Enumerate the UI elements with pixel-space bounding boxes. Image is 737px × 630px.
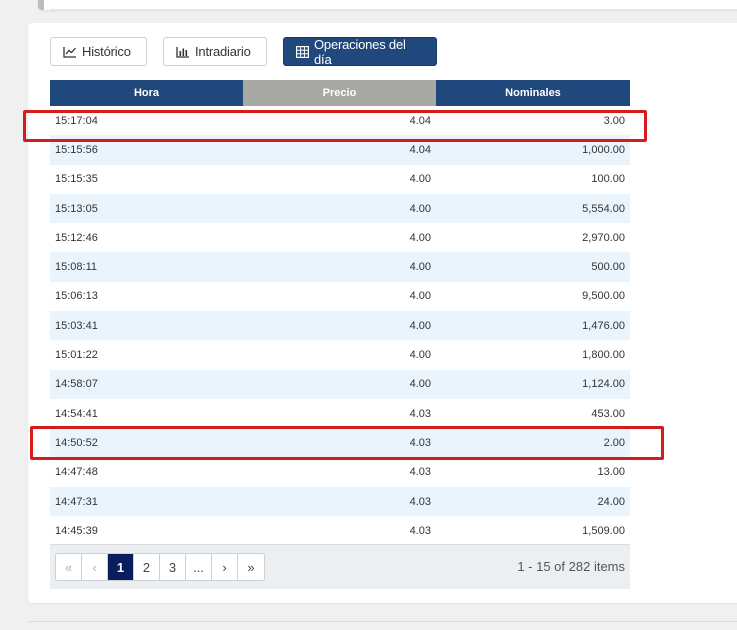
cell-hora: 15:13:05	[50, 193, 243, 224]
cell-precio: 4.04	[243, 135, 436, 165]
cell-nominales: 9,500.00	[436, 281, 630, 312]
pager: « ‹ 1 2 3 ... › » 1 - 15 of 282 items	[50, 544, 630, 589]
cell-nominales: 1,509.00	[436, 516, 630, 546]
cell-hora: 15:03:41	[50, 311, 243, 341]
cell-precio: 4.03	[243, 486, 436, 517]
cell-precio: 4.03	[243, 457, 436, 487]
column-header-nominales[interactable]: Nominales	[436, 80, 630, 106]
divider	[28, 621, 737, 622]
cell-precio: 4.04	[243, 106, 436, 136]
cell-precio: 4.00	[243, 340, 436, 370]
table-row[interactable]: 15:03:41 4.00 1,476.00	[50, 311, 630, 341]
table-row[interactable]: 14:47:31 4.03 24.00	[50, 486, 630, 517]
cell-hora: 14:47:31	[50, 486, 243, 517]
more-pages-button[interactable]: ...	[186, 554, 212, 580]
tab-intradiario[interactable]: Intradiario	[163, 37, 267, 66]
cell-nominales: 3.00	[436, 106, 630, 136]
cell-hora: 14:50:52	[50, 428, 243, 458]
cell-hora: 14:54:41	[50, 398, 243, 429]
table-icon	[296, 45, 309, 58]
table-row[interactable]: 14:45:39 4.03 1,509.00	[50, 516, 630, 546]
table-row[interactable]: 14:50:52 4.03 2.00	[50, 428, 630, 458]
cell-hora: 14:58:07	[50, 369, 243, 399]
page-1-button[interactable]: 1	[108, 554, 134, 580]
table-row[interactable]: 15:01:22 4.00 1,800.00	[50, 340, 630, 370]
cell-nominales: 5,554.00	[436, 193, 630, 224]
pager-buttons: « ‹ 1 2 3 ... › »	[55, 553, 265, 581]
previous-page-button[interactable]: ‹	[82, 554, 108, 580]
cell-nominales: 13.00	[436, 457, 630, 487]
cell-hora: 15:08:11	[50, 252, 243, 282]
cell-hora: 15:06:13	[50, 281, 243, 312]
cell-hora: 15:12:46	[50, 223, 243, 253]
first-page-button[interactable]: «	[56, 554, 82, 580]
table-row[interactable]: 15:15:35 4.00 100.00	[50, 164, 630, 194]
table-row[interactable]: 14:54:41 4.03 453.00	[50, 398, 630, 429]
tab-historico-label: Histórico	[82, 44, 131, 59]
cell-precio: 4.00	[243, 193, 436, 224]
column-header-hora[interactable]: Hora	[50, 80, 243, 106]
next-page-button[interactable]: ›	[212, 554, 238, 580]
page-2-button[interactable]: 2	[134, 554, 160, 580]
cell-nominales: 500.00	[436, 252, 630, 282]
cell-hora: 14:45:39	[50, 516, 243, 546]
tab-operaciones-label: Operaciones del día	[314, 36, 406, 67]
table-row[interactable]: 15:17:04 4.04 3.00	[50, 106, 630, 136]
cell-nominales: 1,124.00	[436, 369, 630, 399]
cell-precio: 4.03	[243, 428, 436, 458]
cell-nominales: 1,476.00	[436, 311, 630, 341]
cell-nominales: 1,800.00	[436, 340, 630, 370]
table-row[interactable]: 14:58:07 4.00 1,124.00	[50, 369, 630, 399]
cell-hora: 15:17:04	[50, 106, 243, 136]
cell-precio: 4.00	[243, 164, 436, 194]
cell-hora: 15:15:56	[50, 135, 243, 165]
table-row[interactable]: 15:08:11 4.00 500.00	[50, 252, 630, 282]
cell-precio: 4.00	[243, 369, 436, 399]
table-row[interactable]: 15:06:13 4.00 9,500.00	[50, 281, 630, 312]
table-row[interactable]: 15:12:46 4.00 2,970.00	[50, 223, 630, 253]
table-row[interactable]: 15:15:56 4.04 1,000.00	[50, 135, 630, 165]
table-header-row: Hora Precio Nominales	[50, 80, 630, 106]
tab-intradiario-label: Intradiario	[195, 44, 251, 59]
pager-info: 1 - 15 of 282 items	[517, 559, 625, 574]
operations-table: Hora Precio Nominales 15:17:04 4.04 3.00 15…	[50, 80, 630, 546]
cell-hora: 15:01:22	[50, 340, 243, 370]
cell-precio: 4.03	[243, 516, 436, 546]
cell-precio: 4.00	[243, 281, 436, 312]
cell-precio: 4.00	[243, 311, 436, 341]
cell-nominales: 1,000.00	[436, 135, 630, 165]
cell-nominales: 2,970.00	[436, 223, 630, 253]
cell-precio: 4.00	[243, 252, 436, 282]
cell-nominales: 100.00	[436, 164, 630, 194]
top-card	[38, 0, 737, 10]
cell-hora: 14:47:48	[50, 457, 243, 487]
cell-nominales: 453.00	[436, 398, 630, 429]
cell-nominales: 24.00	[436, 486, 630, 517]
tab-historico[interactable]: Histórico	[50, 37, 147, 66]
cell-nominales: 2.00	[436, 428, 630, 458]
last-page-button[interactable]: »	[238, 554, 264, 580]
cell-precio: 4.03	[243, 398, 436, 429]
line-chart-icon	[63, 46, 77, 58]
table-row[interactable]: 14:47:48 4.03 13.00	[50, 457, 630, 487]
table-row[interactable]: 15:13:05 4.00 5,554.00	[50, 193, 630, 224]
tab-operaciones-del-dia[interactable]: Operaciones del día	[283, 36, 437, 67]
bar-chart-icon	[176, 46, 190, 58]
cell-hora: 15:15:35	[50, 164, 243, 194]
cell-precio: 4.00	[243, 223, 436, 253]
page-3-button[interactable]: 3	[160, 554, 186, 580]
column-header-precio[interactable]: Precio	[243, 80, 436, 106]
